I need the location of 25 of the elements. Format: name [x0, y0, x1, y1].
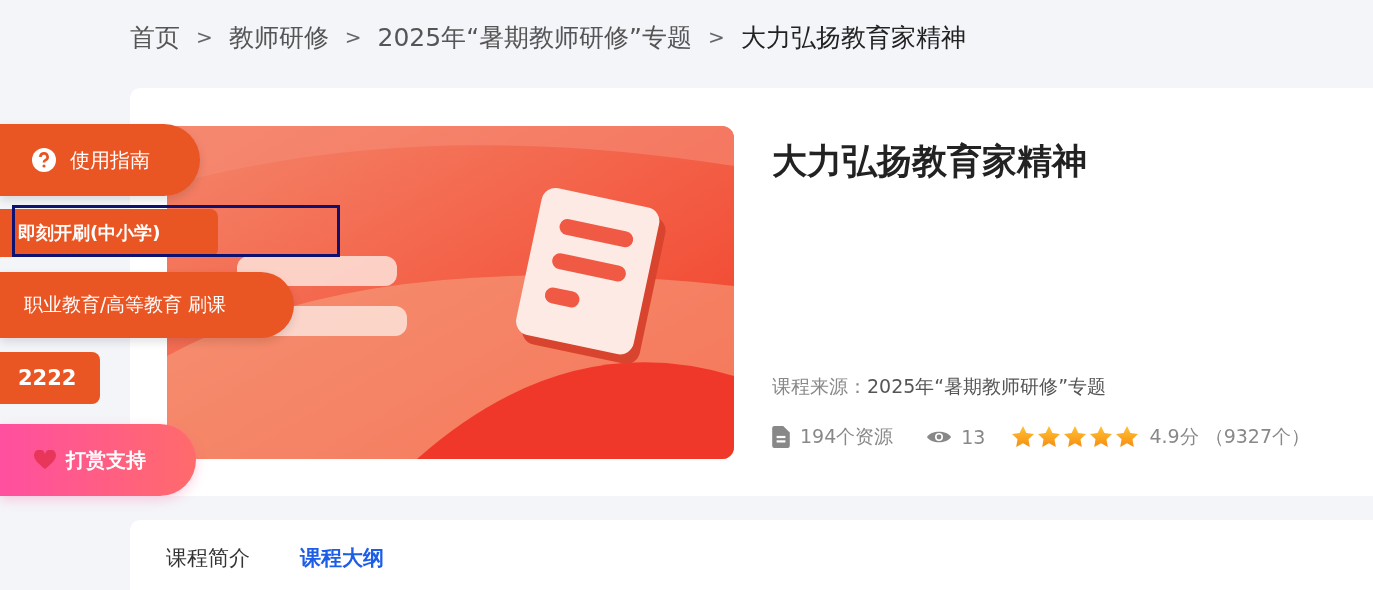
- number-button[interactable]: 2222: [0, 352, 100, 404]
- resource-count: 194个资源: [800, 424, 894, 449]
- tab[interactable]: 课程大纲: [300, 544, 384, 572]
- course-title: 大力弘扬教育家精神: [772, 140, 1088, 183]
- breadcrumb-separator: >: [344, 25, 362, 49]
- heart-icon: [34, 450, 56, 470]
- breadcrumb-link[interactable]: 首页: [130, 20, 180, 54]
- donate-button[interactable]: 打赏支持: [0, 424, 196, 496]
- course-button[interactable]: 职业教育/高等教育 刷课: [0, 272, 294, 338]
- breadcrumb-link[interactable]: 2025年“暑期教师研修”专题: [377, 20, 693, 54]
- guide-button[interactable]: 使用指南: [0, 124, 200, 196]
- source-text: 2025年“暑期教师研修”专题: [867, 375, 1107, 397]
- rating-count: （9327个）: [1204, 424, 1311, 449]
- rating-score: 4.9分: [1149, 424, 1199, 449]
- source-label: 课程来源：: [772, 375, 867, 397]
- breadcrumb-separator: >: [708, 25, 725, 49]
- document-icon: [772, 426, 790, 448]
- breadcrumb-separator: >: [196, 25, 213, 49]
- eye-icon: [927, 430, 952, 444]
- breadcrumb-link[interactable]: 大力弘扬教育家精神: [740, 20, 966, 54]
- help-icon: [32, 148, 56, 172]
- tab[interactable]: 课程简介: [166, 544, 250, 572]
- breadcrumb-link[interactable]: 教师研修: [228, 20, 329, 54]
- start-button[interactable]: 即刻开刷(中小学): [0, 209, 218, 257]
- view-count: 13: [961, 426, 986, 448]
